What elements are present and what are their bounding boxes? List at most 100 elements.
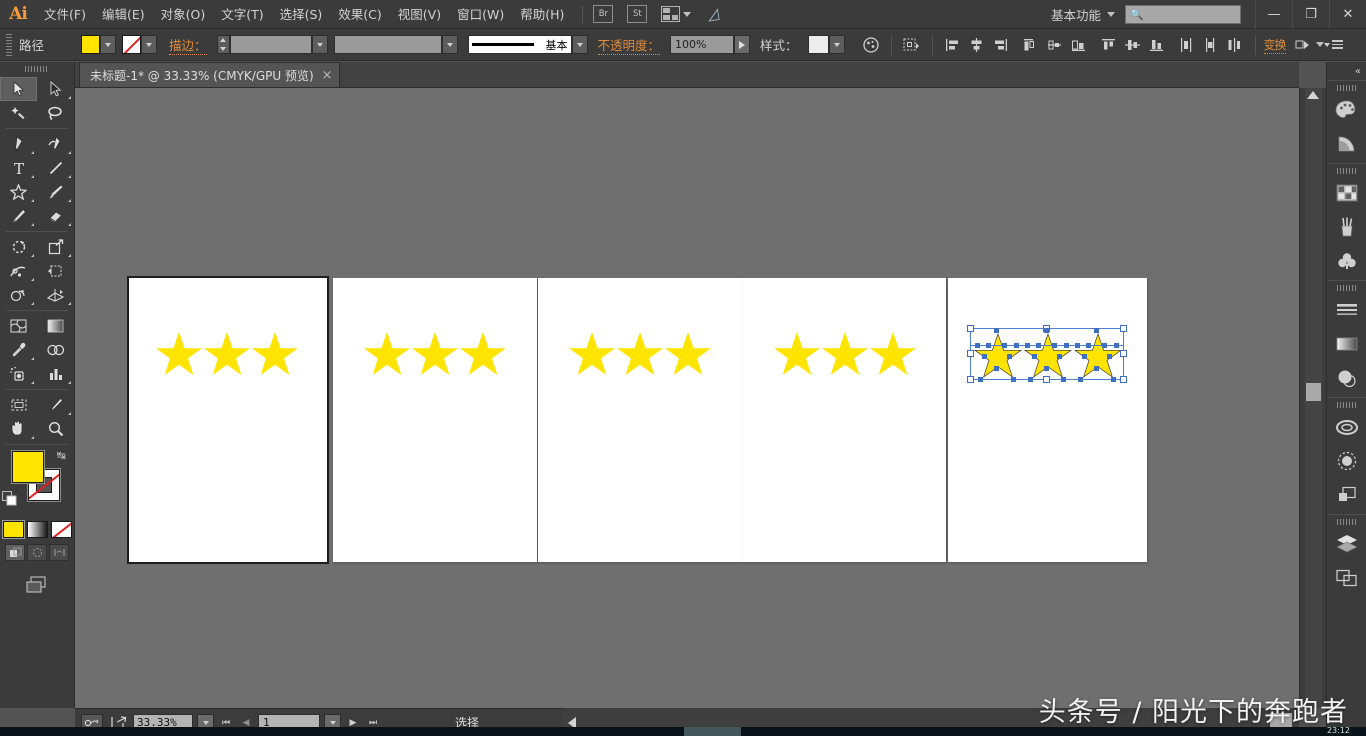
menu-edit[interactable]: 编辑(E)	[94, 0, 153, 29]
path-anchor[interactable]	[1007, 354, 1012, 359]
align-right-icon[interactable]	[989, 34, 1013, 56]
control-panel-menu-icon[interactable]	[1323, 40, 1343, 49]
opacity-popup-button[interactable]	[734, 35, 751, 54]
opacity-input[interactable]: 100%	[670, 35, 735, 54]
zoom-tool[interactable]	[37, 417, 74, 441]
canvas-area[interactable]	[75, 88, 1299, 708]
path-anchor[interactable]	[1032, 354, 1037, 359]
color-guide-panel-icon[interactable]	[1327, 127, 1366, 161]
dock-group-grip[interactable]	[1336, 517, 1357, 526]
transparency-panel-icon[interactable]	[1327, 361, 1366, 395]
path-anchor[interactable]	[1111, 377, 1116, 382]
path-anchor[interactable]	[986, 343, 991, 348]
selection-handle-mr[interactable]	[1120, 350, 1127, 357]
selection-bounding-box[interactable]	[970, 328, 1124, 380]
path-anchor[interactable]	[1094, 328, 1099, 333]
stroke-profile-dropdown[interactable]	[441, 35, 458, 54]
minimize-button[interactable]: —	[1255, 0, 1292, 29]
distribute-middle-icon[interactable]	[1199, 34, 1223, 56]
path-anchor[interactable]	[1061, 377, 1066, 382]
free-transform-tool[interactable]	[37, 259, 74, 283]
stroke-weight-dropdown[interactable]	[311, 35, 328, 54]
stroke-weight-stepper[interactable]	[216, 35, 230, 54]
align-bottom-icon[interactable]	[1145, 34, 1169, 56]
brush-definition-select[interactable]: 基本	[467, 35, 572, 54]
selection-handle-tl[interactable]	[967, 325, 974, 332]
menu-file[interactable]: 文件(F)	[36, 0, 94, 29]
path-anchor[interactable]	[994, 328, 999, 333]
distribute-center-h-icon[interactable]	[1043, 34, 1067, 56]
path-anchor[interactable]	[1086, 343, 1091, 348]
menu-select[interactable]: 选择(S)	[272, 0, 331, 29]
path-anchor[interactable]	[1078, 377, 1083, 382]
fill-color-box[interactable]	[12, 451, 44, 483]
distribute-left-icon[interactable]	[1019, 34, 1043, 56]
artboards-panel-icon[interactable]	[1327, 561, 1366, 595]
fill-color-control[interactable]	[81, 35, 116, 54]
path-anchor[interactable]	[1052, 343, 1057, 348]
menu-help[interactable]: 帮助(H)	[512, 0, 572, 29]
symbol-sprayer-tool[interactable]	[0, 362, 37, 386]
selection-handle-br[interactable]	[1120, 376, 1127, 383]
taskbar-active-app[interactable]	[684, 727, 741, 736]
stroke-weight-input[interactable]	[229, 35, 312, 54]
vertical-scrollbar[interactable]	[1299, 88, 1326, 708]
selection-tool[interactable]	[0, 77, 37, 101]
dock-group-grip[interactable]	[1336, 400, 1357, 409]
dock-group-grip[interactable]	[1336, 283, 1357, 292]
curvature-tool[interactable]	[37, 132, 74, 156]
align-middle-icon[interactable]	[1121, 34, 1145, 56]
path-anchor[interactable]	[1094, 366, 1099, 371]
artboard-2[interactable]	[333, 278, 537, 562]
transform-panel-icon[interactable]	[1327, 478, 1366, 512]
workspace-label[interactable]: 基本功能	[1051, 5, 1107, 24]
type-tool[interactable]: T	[0, 156, 37, 180]
stroke-color-control[interactable]	[122, 35, 157, 54]
shape-builder-tool[interactable]	[0, 283, 37, 307]
pen-tool[interactable]	[0, 132, 37, 156]
graphic-style-dropdown[interactable]	[828, 35, 845, 54]
menu-effect[interactable]: 效果(C)	[330, 0, 389, 29]
control-bar-grip[interactable]	[4, 33, 14, 56]
align-left-icon[interactable]	[941, 34, 965, 56]
transform-popup-icon[interactable]	[1292, 34, 1316, 56]
default-fill-stroke-icon[interactable]	[2, 491, 19, 511]
workspace-chevron-icon[interactable]	[1107, 11, 1115, 17]
eyedropper-tool[interactable]	[0, 338, 37, 362]
layers-panel-icon[interactable]	[1327, 527, 1366, 561]
star-row-1[interactable]	[155, 330, 299, 378]
stroke-profile-input[interactable]	[333, 35, 442, 54]
direct-selection-tool[interactable]	[37, 77, 74, 101]
path-anchor[interactable]	[978, 377, 983, 382]
brush-dropdown-button[interactable]	[571, 35, 588, 54]
opacity-mask-icon[interactable]	[859, 34, 883, 56]
rotate-tool[interactable]	[0, 235, 37, 259]
path-anchor[interactable]	[1028, 377, 1033, 382]
selection-handle-bc[interactable]	[1043, 376, 1050, 383]
mesh-tool[interactable]	[0, 314, 37, 338]
blend-tool[interactable]	[37, 338, 74, 362]
distribute-top-icon[interactable]	[1175, 34, 1199, 56]
color-mode-solid[interactable]	[2, 521, 24, 538]
color-mode-none[interactable]	[50, 521, 72, 538]
tools-panel-grip[interactable]	[25, 64, 49, 74]
color-mode-gradient[interactable]	[26, 521, 48, 538]
width-tool[interactable]	[0, 259, 37, 283]
star-row-4[interactable]	[773, 330, 917, 378]
document-tab[interactable]: 未标题-1* @ 33.33% (CMYK/GPU 预览) ×	[79, 62, 340, 87]
menu-object[interactable]: 对象(O)	[153, 0, 214, 29]
path-anchor[interactable]	[1002, 343, 1007, 348]
star-row-3[interactable]	[568, 330, 712, 378]
path-anchor[interactable]	[1036, 343, 1041, 348]
menu-view[interactable]: 视图(V)	[390, 0, 449, 29]
stroke-dropdown-button[interactable]	[141, 35, 157, 54]
transform-chevron-icon[interactable]	[1315, 42, 1324, 47]
selection-handle-tr[interactable]	[1120, 325, 1127, 332]
search-input[interactable]: 🔍	[1125, 4, 1241, 24]
path-anchor[interactable]	[1082, 354, 1087, 359]
path-anchor[interactable]	[982, 354, 987, 359]
path-anchor[interactable]	[1102, 343, 1107, 348]
draw-behind-icon[interactable]	[27, 544, 47, 561]
artboard-1[interactable]	[127, 276, 329, 564]
artboard-tool[interactable]	[0, 393, 37, 417]
